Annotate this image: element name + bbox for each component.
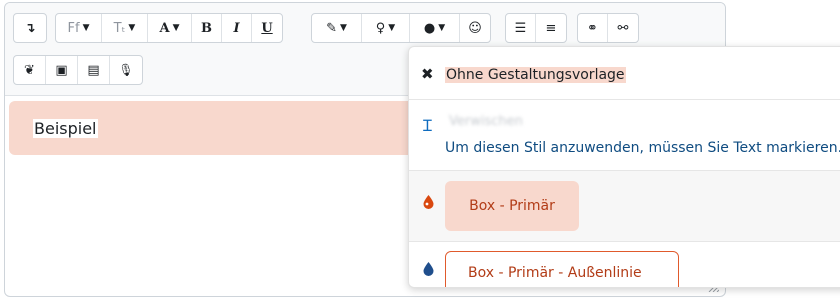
text-color-icon: A: [159, 20, 170, 36]
box-outline-label: Box - Primär - Außenlinie: [468, 265, 642, 281]
toolbar-group-font: Ff ▼ Tₜ ▼ A ▼ B I U: [55, 13, 283, 43]
bulb-button[interactable]: ♀ ▼: [362, 14, 410, 42]
toolbar-group-lists: ☰ ≡: [505, 13, 567, 43]
menu-item-no-style[interactable]: ✖ Ohne Gestaltungsvorlage: [409, 47, 840, 100]
bullet-list-button[interactable]: ☰: [506, 14, 536, 42]
bullet-list-icon: ☰: [514, 20, 527, 36]
numbered-list-button[interactable]: ≡: [536, 14, 566, 42]
caret-down-icon: ▼: [128, 23, 136, 33]
bold-button[interactable]: B: [192, 14, 222, 42]
drop-icon: [423, 262, 434, 276]
italic-icon: I: [233, 20, 240, 36]
image-icon: ▣: [55, 62, 68, 78]
italic-button[interactable]: I: [222, 14, 252, 42]
microphone-icon: 🎙: [118, 63, 134, 77]
link-icon: ⚭: [587, 20, 598, 36]
drop-icon: ●: [423, 20, 436, 36]
link-button[interactable]: ⚭: [578, 14, 608, 42]
microphone-button[interactable]: 🎙: [110, 56, 142, 84]
text-color-button[interactable]: A ▼: [148, 14, 192, 42]
font-family-button[interactable]: Ff ▼: [56, 14, 102, 42]
selection-hint-text: Um diesen Stil anzuwenden, müssen Sie Te…: [445, 140, 840, 156]
drop-button[interactable]: ● ▼: [410, 14, 460, 42]
underline-button[interactable]: U: [252, 14, 282, 42]
smiley-icon: ☺: [468, 20, 482, 36]
toolbar-group-links: ⚭ ⚯: [577, 13, 639, 43]
underline-icon: U: [261, 20, 273, 36]
menu-item-box-primary[interactable]: Box - Primär: [409, 171, 840, 242]
caret-down-icon: ▼: [82, 23, 90, 33]
paragraph-text: Beispiel: [33, 119, 98, 138]
text-cursor-icon: Ɪ: [423, 116, 432, 135]
box-primary-preview: Box - Primär: [445, 181, 579, 231]
toolbar-group-undo: ↴: [13, 13, 47, 43]
caret-down-icon: ▼: [438, 23, 446, 33]
toolbar-group-style: ✎ ▼ ♀ ▼ ● ▼ ☺: [311, 13, 491, 43]
drop-icon: [423, 195, 434, 209]
media-file-icon: ▤: [87, 62, 100, 78]
menu-item-no-style-label: Ohne Gestaltungsvorlage: [445, 67, 626, 83]
box-outline-preview: Box - Primär - Außenlinie: [445, 251, 679, 287]
brush-button[interactable]: ✎ ▼: [312, 14, 362, 42]
unlink-button[interactable]: ⚯: [608, 14, 638, 42]
media-button[interactable]: ▤: [78, 56, 110, 84]
image-button[interactable]: ▣: [46, 56, 78, 84]
toolbar-group-media: ❦ ▣ ▤ 🎙: [13, 55, 143, 85]
caret-down-icon: ▼: [388, 23, 396, 33]
numbered-list-icon: ≡: [545, 20, 557, 36]
emoji-button[interactable]: ☺: [460, 14, 490, 42]
font-family-icon: Ff: [67, 20, 80, 36]
box-primary-label: Box - Primär: [469, 198, 555, 214]
close-icon: ✖: [421, 65, 434, 83]
arrow-down-icon: ↴: [24, 20, 36, 36]
lightbulb-icon: ♀: [375, 20, 386, 36]
font-size-icon: Tₜ: [113, 20, 126, 36]
menu-item-box-outline[interactable]: Box - Primär - Außenlinie: [409, 242, 840, 287]
undo-arrow-button[interactable]: ↴: [14, 14, 46, 42]
menu-item-blur-label: Verwischen: [449, 114, 523, 129]
leaf-icon: ❦: [24, 62, 35, 78]
caret-down-icon: ▼: [172, 23, 180, 33]
caret-down-icon: ▼: [339, 23, 347, 33]
brush-icon: ✎: [326, 20, 337, 36]
font-size-button[interactable]: Tₜ ▼: [102, 14, 148, 42]
menu-item-blur[interactable]: Ɪ Verwischen Um diesen Stil anzuwenden, …: [409, 100, 840, 171]
unlink-icon: ⚯: [617, 20, 629, 36]
style-dropdown-menu: ✖ Ohne Gestaltungsvorlage Ɪ Verwischen U…: [408, 46, 840, 288]
leaf-button[interactable]: ❦: [14, 56, 46, 84]
bold-icon: B: [201, 20, 212, 36]
